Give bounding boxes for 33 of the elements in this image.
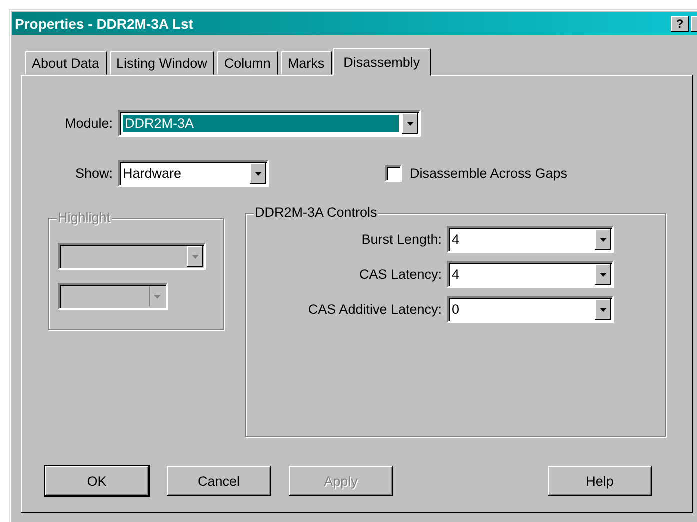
dropdown[interactable]: Hardware bbox=[118, 160, 269, 187]
dropdown-arrow-icon bbox=[154, 294, 160, 298]
group-title: Highlight bbox=[57, 210, 112, 225]
help-button[interactable]: ? bbox=[671, 16, 689, 32]
dropdown-arrow-icon bbox=[600, 308, 606, 312]
field-label: Burst Length: bbox=[360, 232, 442, 247]
checkbox[interactable] bbox=[385, 165, 402, 182]
dropdown-arrow-icon bbox=[406, 122, 414, 126]
checkbox-label: Disassemble Across Gaps bbox=[410, 166, 568, 181]
dropdown[interactable]: 4 bbox=[447, 261, 614, 288]
dropdown[interactable]: DDR2M-3A bbox=[118, 110, 421, 137]
tab[interactable]: Column bbox=[217, 51, 278, 75]
dropdown[interactable]: 4 bbox=[447, 226, 614, 253]
dropdown[interactable]: 0 bbox=[447, 296, 614, 323]
module-label: Module: bbox=[64, 116, 113, 131]
dialog-button[interactable]: Help bbox=[548, 466, 652, 496]
show-label: Show: bbox=[74, 166, 113, 181]
dropdown-arrow-icon bbox=[192, 254, 198, 258]
tab[interactable]: Listing Window bbox=[110, 51, 214, 75]
dropdown[interactable] bbox=[58, 243, 206, 270]
dropdown-arrow-icon bbox=[254, 172, 262, 176]
dialog-button[interactable]: OK bbox=[45, 466, 149, 496]
dropdown-arrow-icon bbox=[600, 238, 606, 242]
tab[interactable]: About Data bbox=[25, 51, 107, 75]
field-label: CAS Latency: bbox=[358, 267, 442, 282]
tab[interactable]: Marks bbox=[280, 51, 332, 75]
tab[interactable]: Disassembly bbox=[332, 48, 432, 76]
group-title: DDR2M-3A Controls bbox=[254, 205, 378, 220]
dropdown-arrow-icon bbox=[600, 272, 606, 276]
dropdown[interactable] bbox=[58, 283, 168, 310]
window-title: Properties - DDR2M-3A Lst bbox=[15, 16, 194, 32]
field-label: CAS Additive Latency: bbox=[307, 302, 442, 317]
dialog-button[interactable]: Cancel bbox=[167, 466, 271, 496]
